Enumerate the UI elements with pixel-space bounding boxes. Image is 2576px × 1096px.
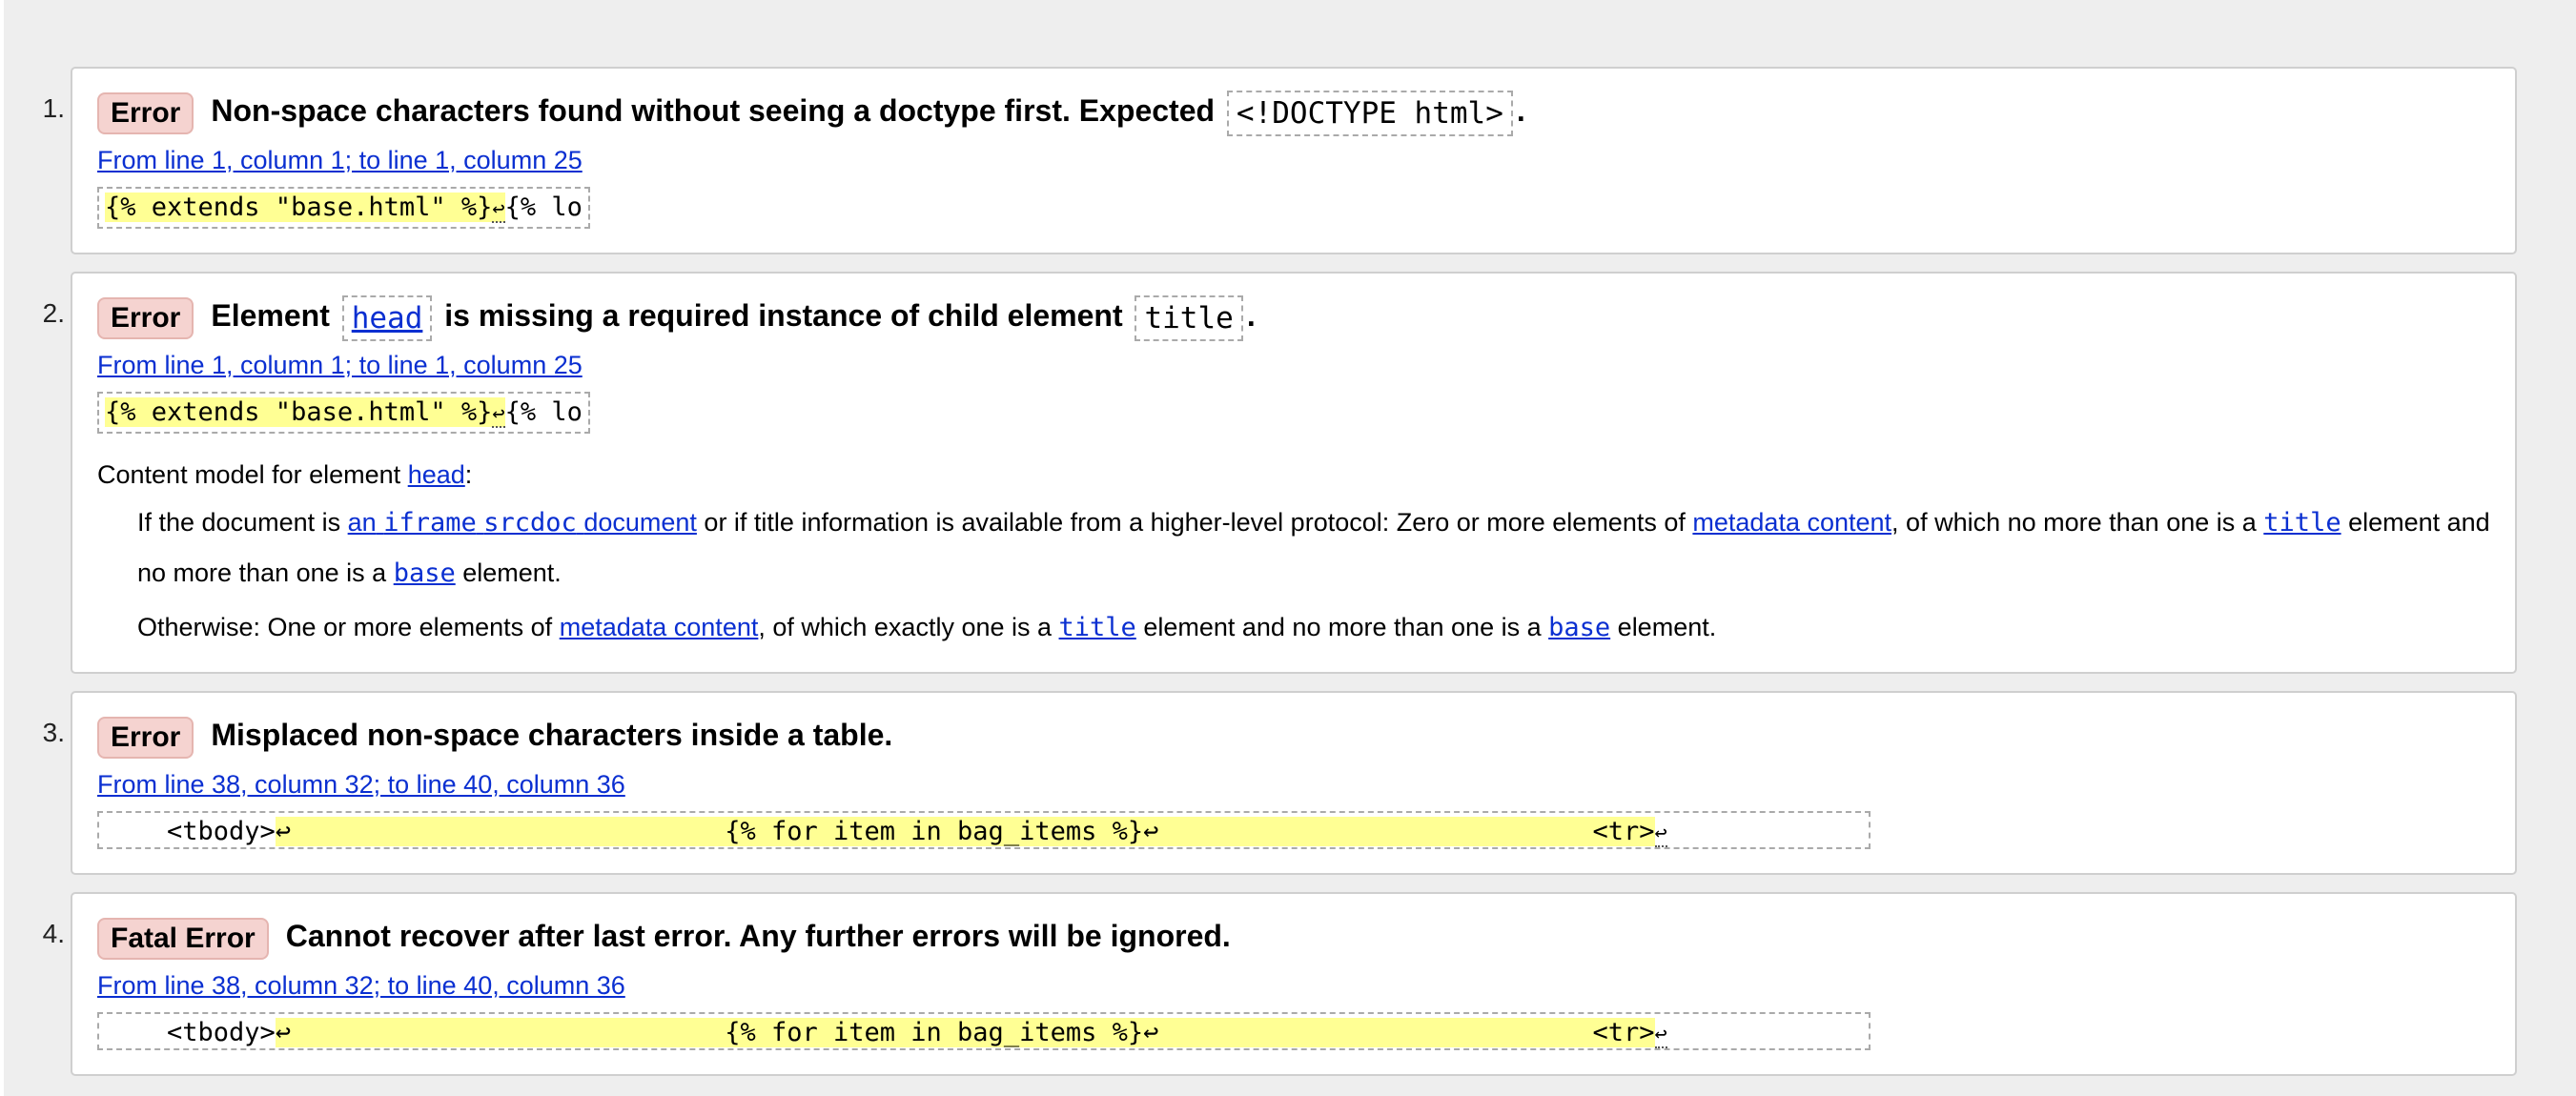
- link-text: an: [347, 508, 377, 537]
- rule-text: If the document is: [137, 508, 341, 537]
- rule-text: Otherwise: One or more elements of: [137, 613, 553, 641]
- fatal-error-badge: Fatal Error: [97, 917, 269, 960]
- extract-highlight: {% extends "base.html" %}↩: [105, 193, 505, 223]
- extract-highlight: {% extends "base.html" %}↩: [105, 397, 505, 428]
- rule-text: element.: [462, 558, 562, 587]
- title-element-link[interactable]: title: [1059, 613, 1136, 642]
- metadata-content-link[interactable]: metadata content: [1692, 508, 1891, 537]
- message-number: 2.: [42, 298, 65, 328]
- content-model-label: Content model for element head:: [97, 456, 2492, 494]
- head-element-link[interactable]: head: [352, 301, 423, 335]
- message-box: Error Element head is missing a required …: [71, 272, 2517, 674]
- source-extract: <tbody>↩ {% for item in bag_items %}↩ <t…: [97, 1012, 1871, 1050]
- message-box: Error Non-space characters found without …: [71, 67, 2517, 254]
- message-number: 1.: [42, 93, 65, 123]
- content-model-text: Content model for element: [97, 460, 401, 489]
- extract-highlight: ↩ {% for item in bag_items %}↩ <tr>: [275, 817, 1655, 846]
- metadata-content-link[interactable]: metadata content: [560, 613, 759, 641]
- validator-page: 1. Error Non-space characters found witho…: [0, 0, 2576, 1096]
- error-badge: Error: [97, 716, 194, 759]
- message-item: 1. Error Non-space characters found witho…: [0, 67, 2576, 254]
- line-feed-icon: ↩: [1654, 1023, 1667, 1048]
- message-item: 2. Error Element head is missing a requir…: [0, 272, 2576, 674]
- message-text: Non-space characters found without seein…: [211, 93, 1216, 128]
- message-box: Fatal Error Cannot recover after last err…: [71, 892, 2517, 1076]
- location-link[interactable]: From line 1, column 1; to line 1, column…: [97, 346, 583, 384]
- line-feed-icon: ↩: [492, 402, 505, 428]
- source-extract: <tbody>↩ {% for item in bag_items %}↩ <t…: [97, 811, 1871, 849]
- message-number: 3.: [42, 718, 65, 747]
- extract-highlight: ↩ {% for item in bag_items %}↩ <tr>: [275, 1018, 1655, 1047]
- content-model-colon: :: [464, 460, 473, 489]
- message-text-end: .: [1516, 93, 1525, 128]
- line-feed-icon: ↩: [492, 197, 505, 223]
- message-list: 1. Error Non-space characters found witho…: [0, 67, 2576, 1093]
- base-element-link[interactable]: base: [1548, 613, 1610, 642]
- message-title: Error Non-space characters found without …: [97, 86, 2492, 136]
- message-item: 3. Error Misplaced non-space characters i…: [0, 691, 2576, 875]
- location-link[interactable]: From line 38, column 32; to line 40, col…: [97, 966, 625, 1005]
- base-element-link[interactable]: base: [394, 558, 456, 588]
- error-badge: Error: [97, 91, 194, 134]
- error-badge: Error: [97, 296, 194, 339]
- message-number: 4.: [42, 919, 65, 948]
- rule-text: , of which no more than one is a: [1891, 508, 2257, 537]
- message-title: Fatal Error Cannot recover after last err…: [97, 911, 2492, 961]
- link-text: document: [583, 508, 697, 537]
- extract-highlight-text: {% extends "base.html" %}: [105, 193, 493, 222]
- rule-text: element.: [1617, 613, 1717, 641]
- source-extract: {% extends "base.html" %}↩{% lo: [97, 392, 590, 434]
- message-text: Misplaced non-space characters inside a …: [211, 718, 893, 752]
- message-text: Cannot recover after last error. Any fur…: [285, 919, 1231, 953]
- message-box: Error Misplaced non-space characters insi…: [71, 691, 2517, 875]
- code-snippet: title: [1135, 294, 1243, 341]
- extract-leading-text: <tbody>: [105, 1018, 276, 1047]
- extract-leading-text: <tbody>: [105, 817, 276, 846]
- code-snippet: <!DOCTYPE html>: [1226, 90, 1513, 136]
- message-text: Element: [211, 298, 330, 333]
- extract-highlight-text: {% extends "base.html" %}: [105, 397, 493, 427]
- link-code: iframe: [383, 508, 477, 538]
- source-extract: {% extends "base.html" %}↩{% lo: [97, 187, 590, 229]
- message-title: Error Element head is missing a required …: [97, 291, 2492, 341]
- extract-trailing-text: {% lo: [504, 193, 583, 222]
- message-item: 4. Fatal Error Cannot recover after last …: [0, 892, 2576, 1076]
- line-feed-icon: ↩: [1654, 822, 1667, 847]
- rule-text: or if title information is available fro…: [704, 508, 1686, 537]
- code-snippet-link-box: head: [341, 294, 433, 341]
- iframe-srcdoc-link[interactable]: an iframe srcdoc document: [347, 508, 697, 538]
- rule-text: element and no more than one is a: [1143, 613, 1542, 641]
- content-model-rule-2: Otherwise: One or more elements of metad…: [137, 602, 2492, 653]
- rule-text: , of which exactly one is a: [758, 613, 1053, 641]
- link-code: srcdoc: [483, 508, 577, 538]
- content-model-rule-1: If the document is an iframe srcdoc docu…: [137, 497, 2492, 599]
- location-link[interactable]: From line 1, column 1; to line 1, column…: [97, 141, 583, 179]
- message-text-end: .: [1246, 298, 1256, 333]
- location-link[interactable]: From line 38, column 32; to line 40, col…: [97, 765, 625, 803]
- content-model-head-link[interactable]: head: [408, 460, 465, 489]
- title-element-link[interactable]: title: [2263, 508, 2341, 538]
- message-text-middle: is missing a required instance of child …: [444, 298, 1123, 333]
- message-title: Error Misplaced non-space characters insi…: [97, 710, 2492, 760]
- extract-trailing-text: {% lo: [504, 397, 583, 427]
